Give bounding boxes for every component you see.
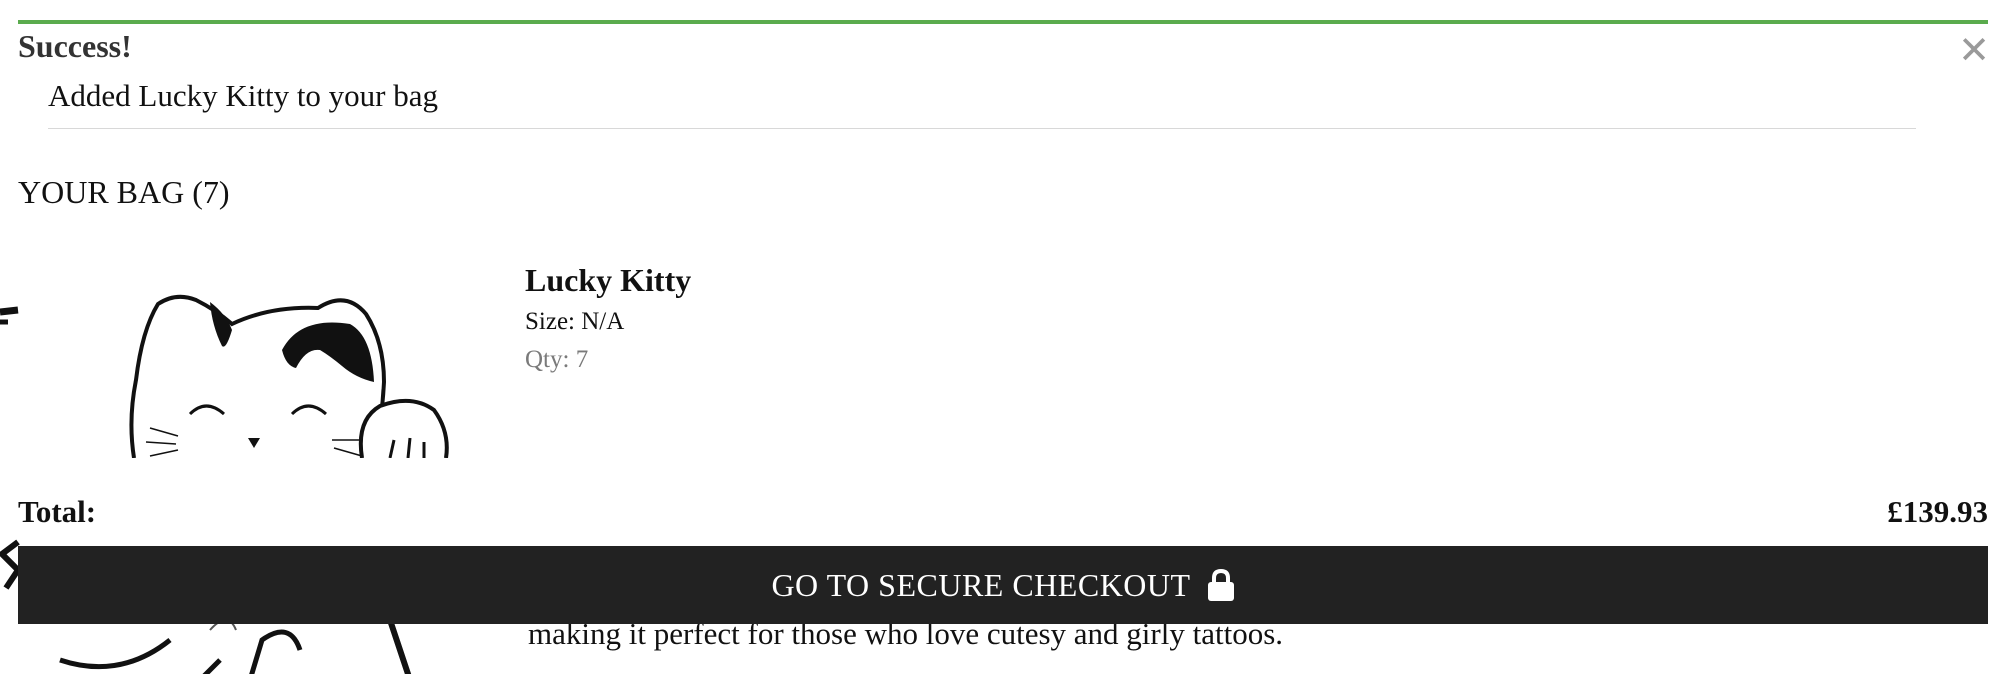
cart-item-image[interactable]	[0, 270, 480, 458]
lucky-cat-icon	[0, 294, 449, 458]
checkout-button-label: GO TO SECURE CHECKOUT	[771, 566, 1191, 603]
close-icon[interactable]: ✕	[1956, 28, 1992, 72]
secure-checkout-button[interactable]: GO TO SECURE CHECKOUT	[18, 546, 1988, 624]
cart-item-name[interactable]: Lucky Kitty	[525, 262, 691, 299]
success-accent-bar	[18, 20, 1988, 24]
divider	[48, 128, 1916, 129]
total-label: Total:	[18, 494, 97, 529]
cart-item-qty: Qty: 7	[525, 346, 589, 373]
page: making it perfect for those who love cut…	[0, 0, 2000, 674]
mini-cart-panel: Success! ✕ Added Lucky Kitty to your bag…	[0, 0, 2000, 529]
bag-title: YOUR BAG (7)	[18, 174, 230, 210]
lock-icon	[1207, 568, 1234, 601]
cart-item-size: Size: N/A	[525, 308, 625, 335]
total-value: £139.93	[1887, 494, 1988, 529]
success-title: Success!	[18, 28, 132, 64]
success-message: Added Lucky Kitty to your bag	[48, 78, 439, 113]
